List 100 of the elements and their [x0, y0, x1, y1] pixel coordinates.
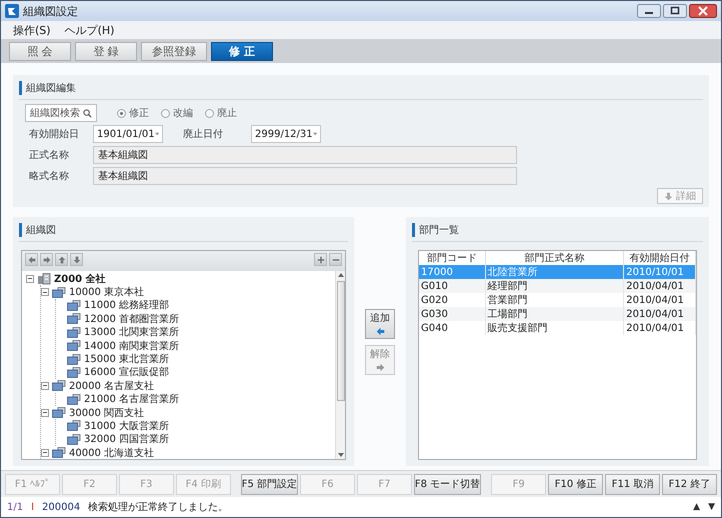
move-button[interactable]: [25, 253, 38, 266]
mode-tab[interactable]: 照 会: [9, 42, 71, 60]
table-cell: 経理部門: [485, 279, 624, 293]
table-row[interactable]: G010 経理部門 2010/04/01: [419, 279, 696, 293]
folder-icon: [67, 420, 81, 432]
tree-item[interactable]: 16000 宣伝販促部: [84, 365, 169, 380]
tree-item[interactable]: 30000 関西支社: [69, 406, 144, 420]
tree-item[interactable]: 20000 名古屋支社: [69, 378, 154, 393]
table-cell: 北陸営業所: [485, 265, 624, 279]
table-cell: 2010/04/01: [624, 279, 696, 293]
tree-item[interactable]: 13000 北関東営業所: [84, 325, 179, 340]
function-key-button[interactable]: F10 修正: [548, 474, 604, 494]
folder-icon: [67, 300, 81, 311]
search-button[interactable]: 組織図検索: [25, 104, 97, 122]
folder-icon: [67, 326, 81, 338]
radio-button[interactable]: [205, 108, 214, 118]
menu-item[interactable]: ヘルプ(H): [64, 22, 114, 38]
message-level: I: [31, 502, 34, 512]
folder-icon: [67, 394, 81, 405]
down-arrow-icon: [72, 256, 80, 264]
date-field[interactable]: 1901/01/01: [93, 125, 163, 143]
mode-tab[interactable]: 登 録: [75, 42, 137, 60]
folder-icon: [67, 313, 81, 324]
tree-item[interactable]: 11000 総務経理部: [84, 298, 169, 312]
table-cell: 2010/04/01: [624, 321, 696, 335]
input-field[interactable]: 基本組織図: [93, 167, 517, 185]
move-button[interactable]: 追加: [365, 308, 395, 338]
folder-icon: [67, 434, 81, 445]
maximize-icon[interactable]: [663, 4, 687, 18]
previous-message-button[interactable]: ▲: [693, 502, 700, 512]
dropdown-icon[interactable]: [312, 132, 317, 136]
function-key-button[interactable]: F12 終了: [662, 474, 717, 494]
radio-button[interactable]: [161, 108, 170, 118]
mode-tab[interactable]: 修 正: [211, 42, 273, 60]
tree-item[interactable]: 40000 北海道支社: [69, 446, 154, 459]
move-button[interactable]: [70, 253, 83, 266]
table-cell: G030: [419, 307, 486, 321]
function-key-button[interactable]: F8 モード切替: [414, 474, 482, 494]
table-cell: 工場部門: [485, 307, 624, 321]
message-code: 200004: [42, 502, 80, 512]
scroll-up-icon[interactable]: [338, 273, 344, 277]
tree-item[interactable]: 12000 首都圏営業所: [84, 312, 179, 326]
date-field[interactable]: 2999/12/31: [251, 125, 321, 143]
building-icon: [37, 272, 51, 285]
tree-item[interactable]: 10000 東京本社: [69, 285, 144, 300]
plus-icon: [316, 256, 324, 264]
function-key-button[interactable]: F11 取消: [605, 474, 660, 494]
field-label: 有効開始日: [28, 128, 80, 141]
folder-icon: [52, 447, 66, 458]
minimize-icon[interactable]: [637, 4, 661, 18]
tree-item[interactable]: 32000 四国営業所: [84, 432, 169, 446]
radio-label: 修正: [129, 107, 149, 120]
panel-title: 組織図編集: [19, 81, 76, 95]
tree-item[interactable]: Z000 全社: [54, 272, 106, 286]
table-row[interactable]: G030 工場部門 2010/04/01: [419, 307, 696, 321]
status-message: 検索処理が正常終了しました。: [88, 500, 230, 514]
folder-icon: [67, 340, 81, 352]
expander-icon[interactable]: [41, 382, 49, 390]
dropdown-icon[interactable]: [154, 132, 159, 136]
collapse-all-button[interactable]: [329, 253, 342, 266]
folder-icon: [67, 354, 81, 365]
tree-item[interactable]: 21000 名古屋営業所: [84, 392, 179, 406]
column-header[interactable]: 部門正式名称: [485, 251, 624, 265]
mode-tab[interactable]: 参照登録: [141, 42, 207, 60]
table-row[interactable]: G040 販売支援部門 2010/04/01: [419, 321, 696, 335]
page-count: 1/1: [7, 502, 24, 512]
function-key-button[interactable]: F5 部門設定: [240, 474, 298, 494]
scrollbar[interactable]: [335, 271, 345, 459]
tree-item[interactable]: 14000 南関東営業所: [84, 338, 179, 353]
expander-icon[interactable]: [26, 274, 34, 283]
column-header[interactable]: 有効開始日付: [624, 251, 696, 265]
left-arrow-icon: [28, 256, 36, 264]
move-button[interactable]: [55, 253, 68, 266]
table-cell: G010: [419, 279, 486, 293]
expand-all-button[interactable]: [314, 253, 327, 266]
table-cell: 17000: [419, 265, 486, 279]
folder-icon: [52, 286, 66, 298]
table-cell: 2010/10/01: [624, 265, 696, 279]
radio-label: 廃止: [217, 106, 237, 120]
folder-icon: [52, 407, 66, 418]
panel-title: 組織図: [19, 223, 56, 237]
expander-icon[interactable]: [41, 288, 49, 296]
column-header[interactable]: 部門コード: [419, 251, 486, 265]
radio-button[interactable]: [117, 108, 126, 118]
input-field[interactable]: 基本組織図: [93, 146, 517, 164]
scroll-down-icon[interactable]: [338, 453, 344, 457]
expander-icon[interactable]: [41, 408, 49, 417]
radio-label: 改編: [173, 107, 193, 120]
move-button[interactable]: [40, 253, 53, 266]
tree-item[interactable]: 31000 大阪営業所: [84, 419, 169, 433]
field-label: 廃止日付: [182, 128, 224, 141]
expander-icon[interactable]: [41, 448, 49, 457]
window-title: 組織図設定: [23, 4, 79, 18]
left-arrow-icon: [376, 327, 384, 336]
close-icon[interactable]: [689, 4, 717, 18]
tree-item[interactable]: 15000 東北営業所: [84, 352, 169, 366]
panel-title: 部門一覧: [412, 223, 459, 237]
next-message-button[interactable]: ▼: [708, 502, 715, 512]
menu-item[interactable]: 操作(S): [13, 22, 51, 38]
right-arrow-icon: [376, 363, 384, 372]
